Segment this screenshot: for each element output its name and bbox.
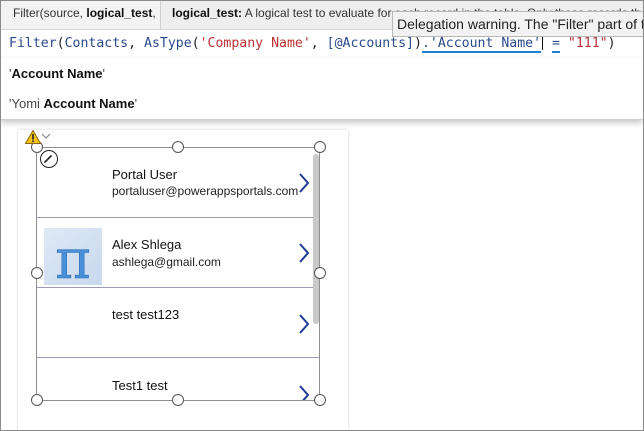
contact-name: Portal User xyxy=(112,167,178,182)
formula-space xyxy=(560,36,568,51)
gallery-row[interactable]: π Alex Shlega ashlega@gmail.com xyxy=(37,218,319,292)
formula-paren: ( xyxy=(191,36,200,51)
suggestion-match: Account Name xyxy=(11,66,103,81)
formula-paren: ( xyxy=(56,36,65,51)
resize-handle[interactable] xyxy=(314,267,326,279)
pi-image-icon: π xyxy=(55,228,91,292)
suggestion-suffix: ' xyxy=(134,96,138,111)
warning-icon[interactable] xyxy=(25,130,41,144)
gallery-row[interactable]: test test123 xyxy=(37,288,319,358)
svg-text:π: π xyxy=(55,228,91,285)
resize-handle[interactable] xyxy=(172,394,184,406)
autocomplete-dropdown: 'Account Name' 'Yomi Account Name' xyxy=(1,58,643,120)
contact-name: test test123 xyxy=(112,307,180,322)
formula-dot: . xyxy=(421,36,430,53)
pencil-glyph xyxy=(44,154,53,163)
suggestion-prefix: 'Yomi xyxy=(9,96,44,111)
formula-operator: = xyxy=(552,36,560,53)
formula-input[interactable]: Filter(Contacts, AsType('Company Name', … xyxy=(9,34,616,54)
tab-signature-param: logical_test xyxy=(86,6,153,20)
suggestion-item[interactable]: 'Account Name' xyxy=(9,66,105,81)
chevron-right-icon[interactable] xyxy=(297,172,311,194)
formula-field: 'Account Name' xyxy=(429,36,542,53)
chevron-right-icon[interactable] xyxy=(297,313,311,335)
pencil-icon[interactable] xyxy=(40,150,58,168)
chevron-down-icon[interactable] xyxy=(41,132,51,140)
suggestion-item[interactable]: 'Yomi Account Name' xyxy=(9,96,137,111)
formula-paren: ) xyxy=(414,36,422,51)
formula-source: Contacts xyxy=(64,36,129,51)
contact-name: Test1 test xyxy=(112,378,168,393)
tooltip-text: Delegation warning. The "Filter" part of… xyxy=(397,16,643,32)
resize-handle[interactable] xyxy=(314,141,326,153)
suggestion-suffix: ' xyxy=(102,66,105,81)
suggestion-match: Account Name xyxy=(43,96,135,111)
resize-handle[interactable] xyxy=(172,141,184,153)
formula-function: Filter xyxy=(9,36,57,51)
formula-string: 'Company Name' xyxy=(199,36,311,51)
resize-handle[interactable] xyxy=(31,394,43,406)
delegation-warning-tooltip: Delegation warning. The "Filter" part of… xyxy=(392,11,644,37)
tab-signature-suffix: , ...) xyxy=(152,6,160,20)
chevron-right-icon[interactable] xyxy=(297,384,311,401)
tab-signature-prefix: Filter(source, xyxy=(13,6,87,20)
formula-space xyxy=(544,36,552,51)
resize-handle[interactable] xyxy=(314,394,326,406)
contact-email: ashlega@gmail.com xyxy=(112,255,221,269)
contact-photo: π xyxy=(44,228,102,292)
gallery-row[interactable]: Portal User portaluser@powerappsportals.… xyxy=(37,148,319,218)
formula-sep: , xyxy=(128,36,145,51)
formula-sep: , xyxy=(310,36,327,51)
formula-paren: ) xyxy=(607,36,616,51)
param-name: logical_test: xyxy=(172,6,243,20)
contact-email: portaluser@powerappsportals.com xyxy=(112,184,299,198)
gallery-scrollbar[interactable] xyxy=(313,154,319,324)
tab-filter-signature[interactable]: Filter(source, logical_test, ...) xyxy=(1,0,161,29)
formula-astype: AsType xyxy=(144,36,192,51)
chevron-right-icon[interactable] xyxy=(297,242,311,264)
contacts-gallery[interactable]: Portal User portaluser@powerappsportals.… xyxy=(36,147,320,401)
formula-record-ref: [@Accounts] xyxy=(326,36,414,51)
resize-handle[interactable] xyxy=(31,267,43,279)
formula-string: "111" xyxy=(567,36,608,51)
contact-name: Alex Shlega xyxy=(112,237,182,252)
